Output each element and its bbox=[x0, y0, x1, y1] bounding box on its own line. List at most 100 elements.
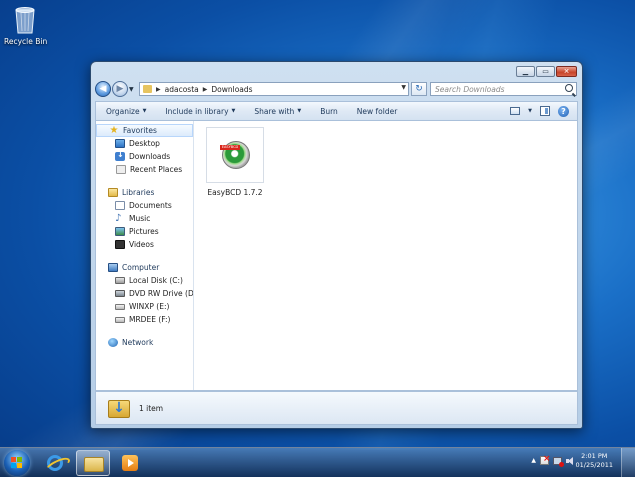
help-icon[interactable]: ? bbox=[558, 105, 569, 117]
recent-places-icon bbox=[116, 165, 126, 174]
burn-label: Burn bbox=[320, 106, 338, 116]
drive-icon bbox=[115, 316, 125, 323]
show-desktop-button[interactable] bbox=[621, 448, 635, 477]
burn-button[interactable]: Burn bbox=[310, 102, 347, 120]
clock-date: 01/25/2011 bbox=[575, 461, 613, 469]
network-status-icon[interactable] bbox=[553, 456, 564, 467]
nav-pictures[interactable]: Pictures bbox=[96, 225, 193, 238]
breadcrumb-downloads[interactable]: Downloads bbox=[211, 85, 252, 94]
recent-pages-dropdown[interactable]: ▼ bbox=[129, 86, 137, 93]
nav-pictures-label: Pictures bbox=[129, 227, 159, 236]
taskbar-windows-explorer[interactable] bbox=[76, 450, 110, 476]
maximize-button[interactable]: ▭ bbox=[536, 66, 555, 77]
music-icon: ♪ bbox=[115, 213, 122, 224]
share-with-label: Share with bbox=[254, 106, 295, 116]
item-count: 1 item bbox=[139, 403, 164, 413]
details-pane: ↓ 1 item bbox=[95, 391, 578, 425]
volume-icon[interactable] bbox=[566, 456, 575, 465]
explorer-window[interactable]: ▁ ▭ ✕ ◀ ▶ ▼ ▶ adacosta ▶ Downloads ▼ ↻ O… bbox=[90, 61, 583, 429]
start-button[interactable] bbox=[4, 450, 30, 476]
hard-disk-icon bbox=[115, 277, 125, 284]
back-button[interactable]: ◀ bbox=[95, 81, 111, 97]
taskbar-media-player[interactable] bbox=[113, 450, 147, 476]
new-folder-button[interactable]: New folder bbox=[347, 102, 407, 120]
chevron-right-icon[interactable]: ▶ bbox=[156, 86, 161, 93]
nav-documents[interactable]: Documents bbox=[96, 199, 193, 212]
nav-local-disk-c[interactable]: Local Disk (C:) bbox=[96, 274, 193, 287]
change-view-icon[interactable] bbox=[510, 107, 521, 115]
breadcrumb-adacosta[interactable]: adacosta bbox=[165, 85, 199, 94]
show-hidden-icons-icon[interactable]: ▲ bbox=[531, 457, 536, 464]
view-options-dropdown[interactable]: ▼ bbox=[528, 108, 532, 114]
forward-button[interactable]: ▶ bbox=[112, 81, 128, 97]
window-body: ★ Favorites Desktop Downloads Recent Pla… bbox=[95, 120, 578, 391]
action-center-icon[interactable] bbox=[540, 454, 551, 465]
minimize-icon: ▁ bbox=[522, 67, 529, 75]
windows-logo-icon bbox=[11, 457, 23, 469]
chevron-down-icon: ▼ bbox=[297, 108, 302, 114]
minimize-button[interactable]: ▁ bbox=[516, 66, 535, 77]
nav-recent-places[interactable]: Recent Places bbox=[96, 163, 193, 176]
organize-label: Organize bbox=[106, 106, 140, 116]
nav-videos[interactable]: Videos bbox=[96, 238, 193, 251]
libraries-icon bbox=[108, 188, 118, 197]
refresh-icon: ↻ bbox=[415, 84, 423, 94]
clock[interactable]: 2:01 PM 01/25/2011 bbox=[576, 452, 613, 470]
close-button[interactable]: ✕ bbox=[556, 66, 577, 77]
search-input[interactable] bbox=[435, 83, 560, 95]
computer-group: Computer Local Disk (C:) DVD RW Drive (D… bbox=[96, 261, 193, 326]
libraries-group: Libraries Documents ♪ Music Pictures Vide… bbox=[96, 186, 193, 251]
share-with-menu[interactable]: Share with ▼ bbox=[244, 102, 310, 120]
nav-network-label: Network bbox=[122, 338, 154, 347]
nav-documents-label: Documents bbox=[129, 201, 172, 210]
chevron-right-icon[interactable]: ▶ bbox=[203, 86, 208, 93]
pictures-icon bbox=[115, 227, 125, 236]
nav-downloads[interactable]: Downloads bbox=[96, 150, 193, 163]
preview-pane-icon[interactable] bbox=[540, 106, 550, 116]
search-icon[interactable] bbox=[565, 84, 573, 92]
back-arrow-icon: ◀ bbox=[99, 83, 107, 94]
nav-network[interactable]: Network bbox=[96, 336, 193, 349]
nav-music[interactable]: ♪ Music bbox=[96, 212, 193, 225]
search-box[interactable] bbox=[430, 82, 577, 96]
nav-favorites-label: Favorites bbox=[123, 126, 157, 135]
file-list[interactable]: EASYBCD EasyBCD 1.7.2 bbox=[194, 121, 577, 390]
chevron-down-icon: ▼ bbox=[231, 108, 236, 114]
drive-icon bbox=[115, 303, 125, 310]
internet-explorer-icon bbox=[47, 455, 63, 471]
navigation-pane: ★ Favorites Desktop Downloads Recent Pla… bbox=[96, 121, 194, 390]
include-in-library-menu[interactable]: Include in library ▼ bbox=[155, 102, 244, 120]
nav-videos-label: Videos bbox=[129, 240, 154, 249]
nav-mrdee-f-label: MRDEE (F:) bbox=[129, 315, 171, 324]
nav-winxp-e[interactable]: WINXP (E:) bbox=[96, 300, 193, 313]
new-folder-label: New folder bbox=[356, 106, 398, 116]
recycle-bin-label: Recycle Bin bbox=[4, 37, 48, 46]
nav-computer[interactable]: Computer bbox=[96, 261, 193, 274]
nav-favorites[interactable]: ★ Favorites bbox=[96, 124, 193, 137]
recycle-bin-shortcut[interactable]: Recycle Bin bbox=[4, 4, 48, 46]
nav-recent-places-label: Recent Places bbox=[130, 165, 183, 174]
notification-area: ▲ bbox=[531, 454, 575, 467]
nav-mrdee-f[interactable]: MRDEE (F:) bbox=[96, 313, 193, 326]
nav-libraries[interactable]: Libraries bbox=[96, 186, 193, 199]
nav-winxp-e-label: WINXP (E:) bbox=[129, 302, 170, 311]
taskbar: ▲ 2:01 PM 01/25/2011 bbox=[0, 447, 635, 477]
desktop-icon bbox=[115, 139, 125, 148]
refresh-button[interactable]: ↻ bbox=[411, 82, 427, 96]
nav-dvd-drive-d[interactable]: DVD RW Drive (D:) G bbox=[96, 287, 193, 300]
nav-dvd-drive-d-label: DVD RW Drive (D:) G bbox=[129, 289, 193, 298]
address-bar[interactable]: ▶ adacosta ▶ Downloads ▼ bbox=[139, 82, 409, 96]
nav-downloads-label: Downloads bbox=[129, 152, 171, 161]
star-icon: ★ bbox=[109, 125, 119, 136]
taskbar-internet-explorer[interactable] bbox=[38, 450, 72, 476]
organize-menu[interactable]: Organize ▼ bbox=[96, 102, 155, 120]
address-dropdown-icon[interactable]: ▼ bbox=[401, 84, 406, 91]
nav-desktop-label: Desktop bbox=[129, 139, 160, 148]
nav-desktop[interactable]: Desktop bbox=[96, 137, 193, 150]
file-name: EasyBCD 1.7.2 bbox=[207, 188, 263, 197]
clock-time: 2:01 PM bbox=[581, 452, 608, 460]
nav-music-label: Music bbox=[129, 214, 151, 223]
network-icon bbox=[108, 338, 118, 347]
folder-icon bbox=[143, 85, 152, 93]
file-item[interactable]: EASYBCD EasyBCD 1.7.2 bbox=[206, 127, 264, 197]
